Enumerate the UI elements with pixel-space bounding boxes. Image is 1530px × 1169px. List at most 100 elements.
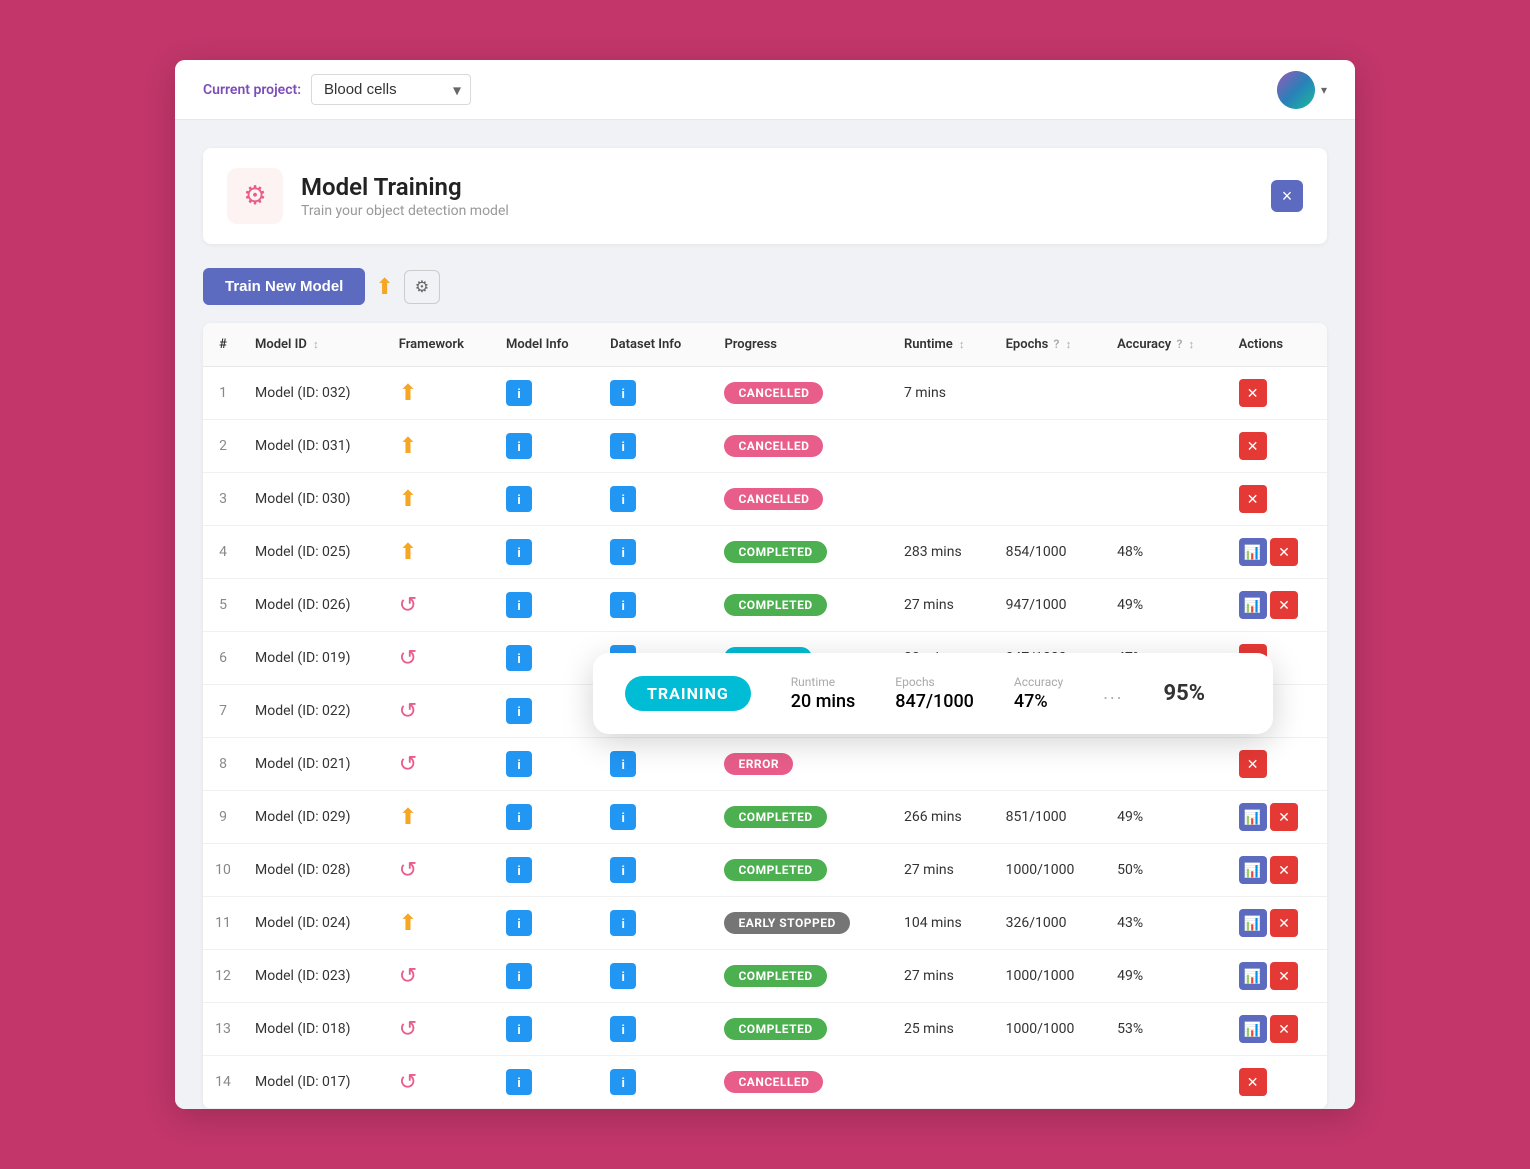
header-left: Current project: Blood cells <box>203 74 471 105</box>
avatar[interactable] <box>1277 71 1315 109</box>
upload-button[interactable]: ⬆ <box>375 274 393 300</box>
model-info-button[interactable]: i <box>506 539 532 565</box>
delete-button[interactable]: ✕ <box>1270 856 1298 884</box>
delete-button[interactable]: ✕ <box>1270 803 1298 831</box>
tooltip-accuracy: Accuracy 47% <box>1014 675 1063 712</box>
delete-button[interactable]: ✕ <box>1270 591 1298 619</box>
framework-icon: ↺ <box>399 1070 417 1095</box>
col-framework: Framework <box>387 323 494 367</box>
dataset-info-button[interactable]: i <box>610 910 636 936</box>
dataset-info-button[interactable]: i <box>610 433 636 459</box>
cell-dataset-info: i <box>598 526 712 579</box>
chart-button[interactable]: 📊 <box>1239 591 1267 619</box>
dataset-info-button[interactable]: i <box>610 380 636 406</box>
dataset-info-button[interactable]: i <box>610 1069 636 1095</box>
col-runtime[interactable]: Runtime ↕ <box>892 323 994 367</box>
cell-epochs <box>994 1056 1105 1109</box>
framework-icon: ↺ <box>399 646 417 671</box>
model-info-button[interactable]: i <box>506 751 532 777</box>
model-info-button[interactable]: i <box>506 804 532 830</box>
project-select-wrapper[interactable]: Blood cells <box>311 74 471 105</box>
cell-accuracy: 53% <box>1105 1003 1226 1056</box>
cell-accuracy: 49% <box>1105 791 1226 844</box>
close-button[interactable]: × <box>1271 180 1303 212</box>
dataset-info-button[interactable]: i <box>610 751 636 777</box>
delete-button[interactable]: ✕ <box>1239 1068 1267 1096</box>
settings-icon: ⚙ <box>415 277 429 297</box>
cell-model-info: i <box>494 791 598 844</box>
cell-epochs: 1000/1000 <box>994 844 1105 897</box>
cell-dataset-info: i <box>598 579 712 632</box>
chart-button[interactable]: 📊 <box>1239 962 1267 990</box>
dataset-info-button[interactable]: i <box>610 804 636 830</box>
dataset-info-button[interactable]: i <box>610 963 636 989</box>
delete-button[interactable]: ✕ <box>1239 750 1267 778</box>
chart-button[interactable]: 📊 <box>1239 909 1267 937</box>
col-accuracy[interactable]: Accuracy ? ↕ <box>1105 323 1226 367</box>
framework-icon: ⬆ <box>399 911 417 936</box>
progress-badge: COMPLETED <box>724 859 826 881</box>
cell-actions: 📊 ✕ <box>1227 844 1327 897</box>
delete-button[interactable]: ✕ <box>1270 909 1298 937</box>
delete-button[interactable]: ✕ <box>1270 538 1298 566</box>
chevron-down-icon[interactable]: ▾ <box>1321 83 1327 97</box>
col-epochs[interactable]: Epochs ? ↕ <box>994 323 1105 367</box>
cell-num: 14 <box>203 1056 243 1109</box>
cell-progress: CANCELLED <box>712 473 892 526</box>
dataset-info-button[interactable]: i <box>610 592 636 618</box>
model-info-button[interactable]: i <box>506 698 532 724</box>
chart-button[interactable]: 📊 <box>1239 856 1267 884</box>
cell-runtime: 25 mins <box>892 1003 994 1056</box>
dataset-info-button[interactable]: i <box>610 539 636 565</box>
dataset-info-button[interactable]: i <box>610 486 636 512</box>
cell-dataset-info: i <box>598 1003 712 1056</box>
project-select[interactable]: Blood cells <box>311 74 471 105</box>
progress-badge: CANCELLED <box>724 435 823 457</box>
settings-button[interactable]: ⚙ <box>404 270 440 304</box>
delete-button[interactable]: ✕ <box>1239 432 1267 460</box>
cell-epochs <box>994 473 1105 526</box>
col-actions: Actions <box>1227 323 1327 367</box>
progress-badge: CANCELLED <box>724 1071 823 1093</box>
col-model-id[interactable]: Model ID ↕ <box>243 323 387 367</box>
chart-button[interactable]: 📊 <box>1239 538 1267 566</box>
cell-accuracy <box>1105 1056 1226 1109</box>
cell-model-id: Model (ID: 017) <box>243 1056 387 1109</box>
chart-button[interactable]: 📊 <box>1239 803 1267 831</box>
cell-epochs: 854/1000 <box>994 526 1105 579</box>
model-info-button[interactable]: i <box>506 645 532 671</box>
delete-button[interactable]: ✕ <box>1239 379 1267 407</box>
cell-framework: ⬆ <box>387 791 494 844</box>
model-info-button[interactable]: i <box>506 857 532 883</box>
model-info-button[interactable]: i <box>506 910 532 936</box>
table-row: 1 Model (ID: 032) ⬆ i i CANCELLED 7 mins… <box>203 367 1327 420</box>
model-info-button[interactable]: i <box>506 963 532 989</box>
model-info-button[interactable]: i <box>506 433 532 459</box>
model-info-button[interactable]: i <box>506 380 532 406</box>
table-body: 1 Model (ID: 032) ⬆ i i CANCELLED 7 mins… <box>203 367 1327 1109</box>
model-info-button[interactable]: i <box>506 1069 532 1095</box>
dataset-info-button[interactable]: i <box>610 1016 636 1042</box>
model-info-button[interactable]: i <box>506 486 532 512</box>
cell-runtime: 266 mins <box>892 791 994 844</box>
cell-runtime <box>892 473 994 526</box>
chart-button[interactable]: 📊 <box>1239 1015 1267 1043</box>
dataset-info-button[interactable]: i <box>610 857 636 883</box>
model-info-button[interactable]: i <box>506 592 532 618</box>
train-new-model-button[interactable]: Train New Model <box>203 268 365 305</box>
cell-framework: ↺ <box>387 844 494 897</box>
delete-button[interactable]: ✕ <box>1270 962 1298 990</box>
table-row: 13 Model (ID: 018) ↺ i i COMPLETED 25 mi… <box>203 1003 1327 1056</box>
cell-model-id: Model (ID: 024) <box>243 897 387 950</box>
cell-actions: 📊 ✕ <box>1227 526 1327 579</box>
table-row: 5 Model (ID: 026) ↺ i i COMPLETED 27 min… <box>203 579 1327 632</box>
progress-badge: COMPLETED <box>724 965 826 987</box>
cell-progress: COMPLETED <box>712 791 892 844</box>
progress-badge: CANCELLED <box>724 488 823 510</box>
model-info-button[interactable]: i <box>506 1016 532 1042</box>
cell-model-info: i <box>494 420 598 473</box>
delete-button[interactable]: ✕ <box>1239 485 1267 513</box>
cell-accuracy: 43% <box>1105 897 1226 950</box>
delete-button[interactable]: ✕ <box>1270 1015 1298 1043</box>
cell-progress: COMPLETED <box>712 526 892 579</box>
